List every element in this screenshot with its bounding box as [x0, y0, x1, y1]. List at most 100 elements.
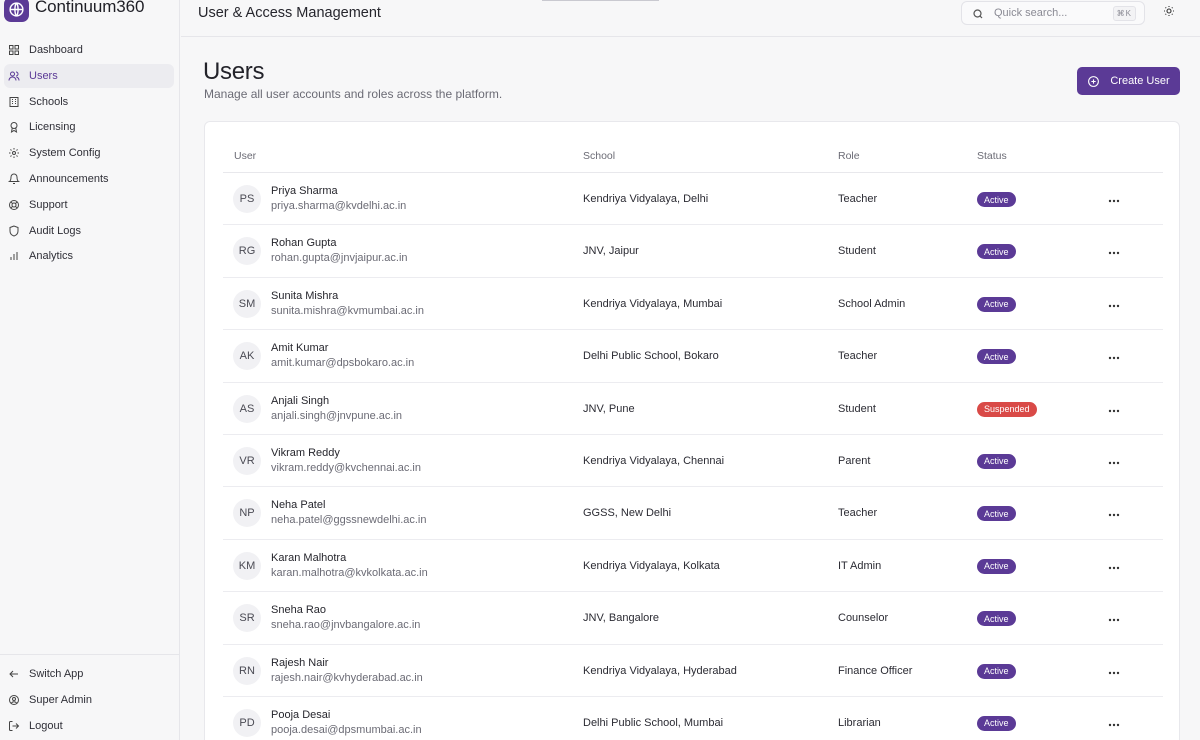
- user-name: Karan Malhotra: [271, 551, 347, 564]
- user-name: Sunita Mishra: [271, 289, 339, 302]
- sidebar-item-label: Audit Logs: [29, 224, 81, 237]
- dashboard-icon: [8, 44, 20, 56]
- sidebar-item-support[interactable]: Support: [4, 193, 174, 217]
- row-actions-button[interactable]: [1106, 715, 1122, 731]
- sidebar-item-dashboard[interactable]: Dashboard: [4, 38, 174, 62]
- status-badge: Active: [977, 296, 1016, 312]
- user-role: Teacher: [838, 193, 878, 205]
- create-user-button[interactable]: Create User: [1077, 67, 1180, 95]
- user-email: rajesh.nair@kvhyderabad.ac.in: [271, 671, 423, 684]
- users-icon: [8, 70, 20, 82]
- avatar: AK: [233, 342, 261, 371]
- award-icon: [8, 121, 20, 134]
- table-row[interactable]: SM Sunita Mishra sunita.mishra@kvmumbai.ac…: [223, 278, 1163, 331]
- user-name: Amit Kumar: [271, 342, 329, 355]
- column-header-role: Role: [838, 150, 860, 162]
- tab-indicator: [542, 0, 659, 1]
- user-role: Teacher: [838, 350, 878, 363]
- avatar: AS: [233, 394, 261, 423]
- avatar: SM: [233, 289, 261, 318]
- sidebar-item-users[interactable]: Users: [4, 63, 174, 88]
- sidebar-item-label: Logout: [29, 719, 63, 732]
- sidebar-divider: [0, 654, 180, 655]
- row-actions-button[interactable]: [1106, 663, 1122, 679]
- table-row[interactable]: PD Pooja Desai pooja.desai@dpsmumbai.ac.in…: [223, 697, 1163, 740]
- sidebar-item-audit-logs[interactable]: Audit Logs: [4, 219, 174, 243]
- user-school: Delhi Public School, Mumbai: [583, 716, 724, 729]
- sidebar-item-analytics[interactable]: Analytics: [4, 244, 174, 268]
- user-school: JNV, Bangalore: [583, 612, 660, 625]
- more-horizontal-icon: [1108, 662, 1120, 680]
- row-actions-button[interactable]: [1106, 401, 1122, 417]
- users-table-card: User School Role Status PS Priya Sharma pr…: [204, 121, 1180, 740]
- row-actions-button[interactable]: [1106, 453, 1122, 469]
- sidebar-item-logout[interactable]: Logout: [4, 714, 174, 738]
- status-badge: Active: [977, 558, 1016, 574]
- user-name: Anjali Singh: [271, 394, 330, 407]
- user-school: Kendriya Vidyalaya, Kolkata: [583, 559, 720, 572]
- user-email: karan.malhotra@kvkolkata.ac.in: [271, 566, 428, 579]
- table-row[interactable]: AK Amit Kumar amit.kumar@dpsbokaro.ac.in De…: [223, 330, 1163, 383]
- search-icon: [972, 7, 984, 19]
- more-horizontal-icon: [1108, 295, 1120, 313]
- status-badge: Active: [977, 715, 1016, 731]
- table-row[interactable]: VR Vikram Reddy vikram.reddy@kvchennai.ac.…: [223, 435, 1163, 488]
- search-shortcut: ⌘K: [1112, 6, 1136, 21]
- user-name: Pooja Desai: [271, 708, 331, 721]
- row-actions-button[interactable]: [1106, 610, 1122, 626]
- status-badge: Active: [977, 611, 1016, 627]
- bell-icon: [8, 173, 20, 185]
- sidebar-item-label: Licensing: [29, 121, 76, 134]
- user-school: JNV, Pune: [583, 402, 635, 415]
- more-horizontal-icon: [1108, 242, 1120, 260]
- brand[interactable]: Continuum360: [4, 0, 144, 24]
- sidebar-item-licensing[interactable]: Licensing: [4, 115, 174, 139]
- top-header: User & Access Management ⌘K: [181, 0, 1200, 37]
- table-row[interactable]: SR Sneha Rao sneha.rao@jnvbangalore.ac.in J…: [223, 592, 1163, 645]
- search-input[interactable]: [994, 7, 1114, 19]
- bar-chart-icon: [8, 250, 20, 262]
- table-row[interactable]: AS Anjali Singh anjali.singh@jnvpune.ac.in…: [223, 383, 1163, 435]
- user-role: IT Admin: [838, 559, 882, 572]
- status-badge: Active: [977, 663, 1016, 679]
- theme-toggle-button[interactable]: [1162, 6, 1176, 20]
- sidebar-item-label: Switch App: [29, 668, 84, 680]
- page-subtitle: Manage all user accounts and roles acros…: [204, 87, 503, 101]
- user-school: Kendriya Vidyalaya, Chennai: [583, 454, 725, 467]
- gear-icon: [8, 147, 20, 159]
- sidebar: Continuum360 Dashboard Users Schools Lic…: [0, 0, 180, 740]
- table-row[interactable]: PS Priya Sharma priya.sharma@kvdelhi.ac.in…: [223, 173, 1163, 226]
- user-name: Priya Sharma: [271, 185, 338, 197]
- table-row[interactable]: RN Rajesh Nair rajesh.nair@kvhyderabad.ac.…: [223, 645, 1163, 697]
- sidebar-item-label: Announcements: [29, 172, 109, 185]
- sidebar-item-switch-app[interactable]: Switch App: [4, 662, 174, 686]
- row-actions-button[interactable]: [1106, 296, 1122, 312]
- more-horizontal-icon: [1108, 557, 1120, 575]
- row-actions-button[interactable]: [1106, 243, 1122, 259]
- user-name: Rajesh Nair: [271, 656, 329, 669]
- user-school: JNV, Jaipur: [583, 245, 639, 258]
- header-title: User & Access Management: [198, 5, 381, 21]
- sidebar-item-system-config[interactable]: System Config: [4, 141, 174, 165]
- user-role: Librarian: [838, 716, 881, 729]
- row-actions-button[interactable]: [1106, 348, 1122, 364]
- status-badge: Active: [977, 349, 1016, 365]
- sun-icon: [1163, 4, 1175, 22]
- sidebar-item-label: Schools: [29, 95, 69, 108]
- table-row[interactable]: NP Neha Patel neha.patel@ggssnewdelhi.ac.i…: [223, 487, 1163, 540]
- user-name: Vikram Reddy: [271, 446, 340, 459]
- table-row[interactable]: RG Rohan Gupta rohan.gupta@jnvjaipur.ac.in…: [223, 225, 1163, 278]
- sidebar-item-announcements[interactable]: Announcements: [4, 167, 174, 191]
- row-actions-button[interactable]: [1106, 191, 1122, 207]
- avatar: RG: [233, 237, 261, 266]
- user-school: Delhi Public School, Bokaro: [583, 350, 719, 363]
- sidebar-item-schools[interactable]: Schools: [4, 90, 174, 114]
- sidebar-item-super-admin[interactable]: Super Admin: [4, 688, 174, 712]
- quick-search[interactable]: ⌘K: [961, 1, 1145, 25]
- user-email: neha.patel@ggssnewdelhi.ac.in: [271, 514, 427, 527]
- table-row[interactable]: KM Karan Malhotra karan.malhotra@kvkolkata…: [223, 540, 1163, 593]
- sidebar-item-label: Users: [29, 69, 58, 82]
- more-horizontal-icon: [1108, 190, 1120, 208]
- row-actions-button[interactable]: [1106, 505, 1122, 521]
- row-actions-button[interactable]: [1106, 558, 1122, 574]
